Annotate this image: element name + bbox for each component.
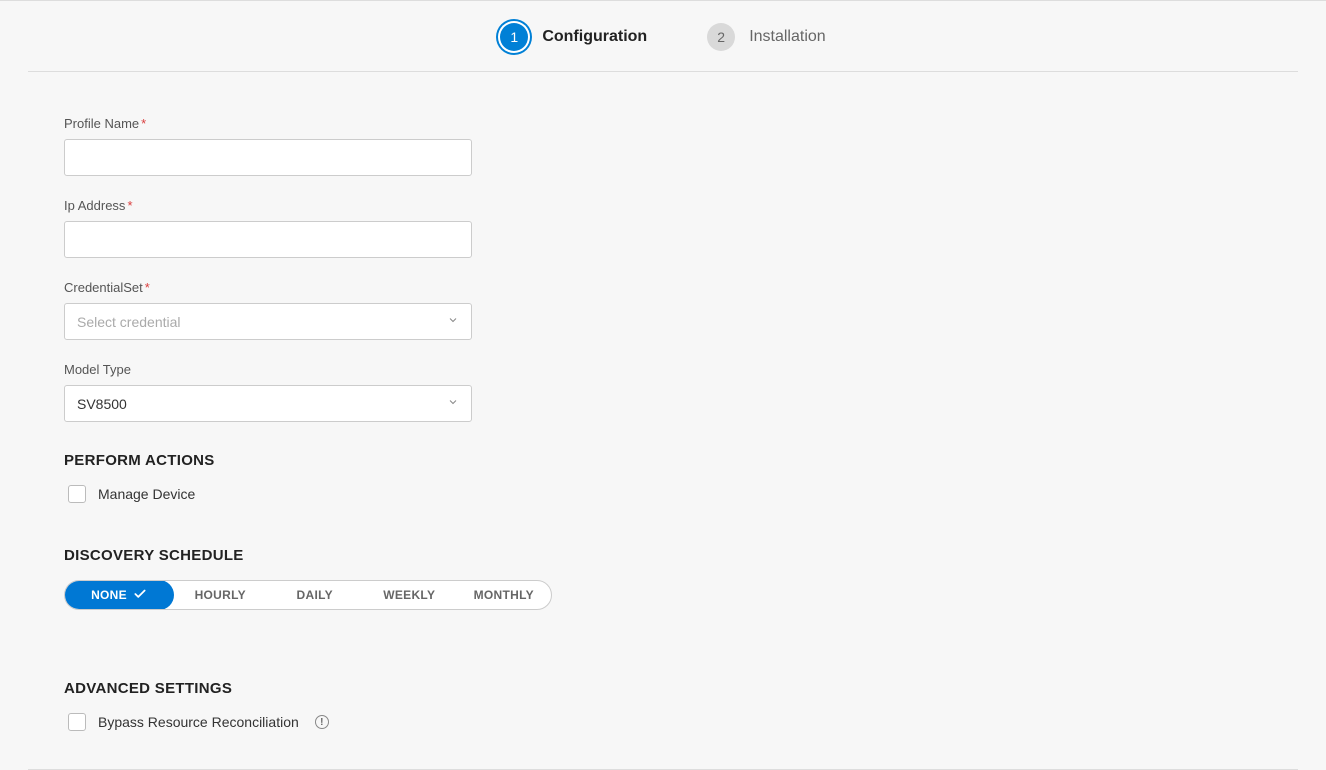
chevron-down-icon [447, 313, 459, 331]
credential-set-label: CredentialSet* [64, 280, 1326, 295]
step-installation[interactable]: 2 Installation [707, 23, 826, 51]
schedule-option-weekly[interactable]: WEEKLY [362, 581, 457, 609]
step-1-circle: 1 [500, 23, 528, 51]
required-asterisk: * [145, 280, 150, 295]
credential-set-placeholder: Select credential [77, 314, 181, 330]
bypass-reconciliation-label: Bypass Resource Reconciliation [98, 714, 299, 730]
profile-name-input[interactable] [64, 139, 472, 176]
perform-actions-header: PERFORM ACTIONS [64, 452, 1326, 469]
credential-set-select[interactable]: Select credential [64, 303, 472, 340]
model-type-value: SV8500 [77, 396, 127, 412]
required-asterisk: * [127, 198, 132, 213]
ip-address-input[interactable] [64, 221, 472, 258]
profile-name-label: Profile Name* [64, 116, 1326, 131]
step-1-label: Configuration [542, 28, 647, 46]
schedule-option-daily[interactable]: DAILY [268, 581, 363, 609]
schedule-option-monthly[interactable]: MONTHLY [457, 581, 552, 609]
check-icon [133, 587, 147, 604]
required-asterisk: * [141, 116, 146, 131]
bypass-reconciliation-checkbox[interactable] [68, 713, 86, 731]
ip-address-label: Ip Address* [64, 198, 1326, 213]
wizard-stepper: 1 Configuration 2 Installation [28, 1, 1298, 72]
advanced-settings-header: ADVANCED SETTINGS [64, 680, 1326, 697]
chevron-down-icon [447, 395, 459, 413]
discovery-schedule-header: DISCOVERY SCHEDULE [64, 547, 1326, 564]
schedule-option-hourly[interactable]: HOURLY [173, 581, 268, 609]
info-icon[interactable]: ! [315, 715, 329, 729]
manage-device-label: Manage Device [98, 486, 195, 502]
manage-device-checkbox[interactable] [68, 485, 86, 503]
step-configuration[interactable]: 1 Configuration [500, 23, 647, 51]
schedule-option-none[interactable]: NONE [64, 580, 174, 610]
step-2-circle: 2 [707, 23, 735, 51]
step-2-label: Installation [749, 28, 826, 46]
model-type-label: Model Type [64, 362, 1326, 377]
discovery-schedule-toggle: NONE HOURLY DAILY WEEKLY MONTHLY [64, 580, 552, 610]
model-type-select[interactable]: SV8500 [64, 385, 472, 422]
